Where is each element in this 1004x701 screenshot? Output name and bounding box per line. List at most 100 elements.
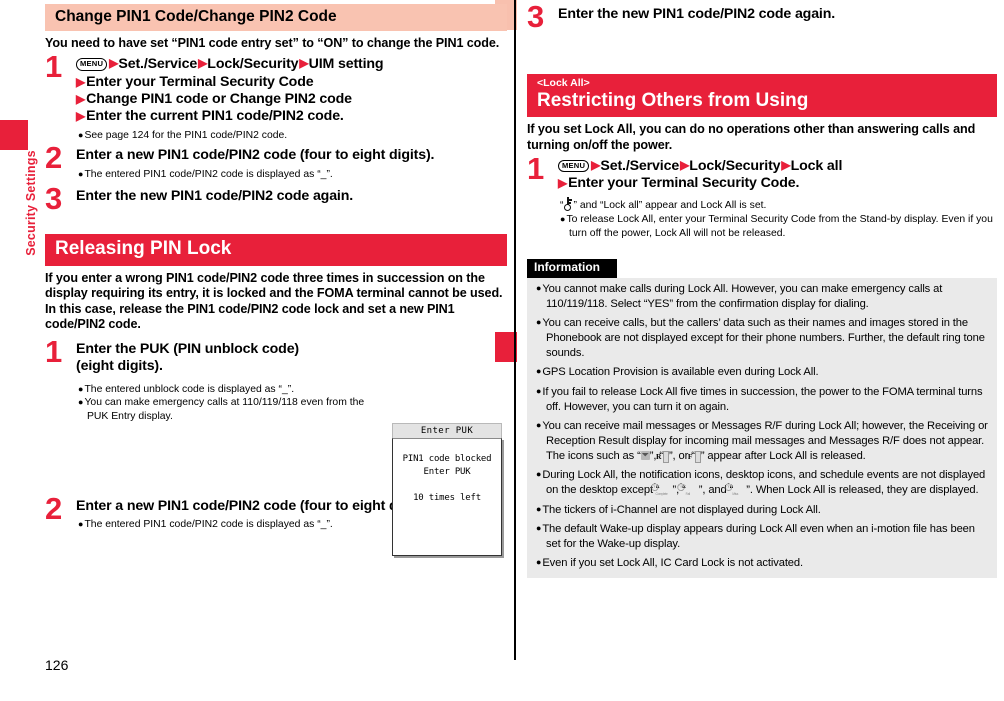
step-line-text: Enter your Terminal Security Code bbox=[86, 73, 314, 90]
step-title: MENU ▶Set./Service▶Lock/Security▶Lock all… bbox=[558, 158, 997, 193]
step-note-group: ●The entered unblock code is displayed a… bbox=[76, 383, 383, 424]
step-note: ●To release Lock All, enter your Termina… bbox=[560, 213, 993, 239]
info-list-item: ●The tickers of i-Channel are not displa… bbox=[536, 503, 821, 516]
step-note-group: ●The entered PIN1 code/PIN2 code is disp… bbox=[76, 168, 507, 182]
menu-key-icon: MENU bbox=[76, 58, 108, 71]
step-number: 1 bbox=[527, 150, 545, 186]
info-list-item: ●Even if you set Lock All, IC Card Lock … bbox=[536, 557, 803, 570]
step-number: 2 bbox=[45, 490, 63, 526]
bullet-icon: ● bbox=[536, 557, 542, 568]
information-box: ●You cannot make calls during Lock All. … bbox=[527, 277, 997, 579]
section-kicker: <Lock All> bbox=[537, 77, 590, 90]
step-line-text: Set./Service bbox=[118, 56, 198, 73]
menu-key-icon: MENU bbox=[558, 159, 590, 173]
fail-bell-icon: ⏱ Fail bbox=[676, 482, 690, 497]
step-title: Enter the new PIN1 code/PIN2 code again. bbox=[558, 6, 836, 22]
arrow-icon: ▶ bbox=[558, 175, 568, 190]
key-lock-icon bbox=[563, 197, 573, 212]
info-list-item: ●If you fail to release Lock All five ti… bbox=[536, 385, 983, 413]
step-title-line: (eight digits). bbox=[76, 358, 163, 375]
bullet-icon: ● bbox=[78, 519, 84, 530]
section-intro-lock-all: If you set Lock All, you can do no opera… bbox=[527, 122, 976, 152]
column-divider bbox=[514, 0, 516, 660]
step-number: 3 bbox=[527, 0, 545, 34]
arrow-icon: ▶ bbox=[591, 157, 600, 172]
step-line-text: Change PIN1 code or Change PIN2 code bbox=[86, 91, 352, 108]
step-number: 2 bbox=[45, 140, 63, 176]
step-note: ●The entered PIN1 code/PIN2 code is disp… bbox=[78, 168, 333, 180]
arrow-icon: ▶ bbox=[76, 74, 86, 89]
phone-screen-spacer bbox=[393, 479, 501, 492]
right-column: 3 Enter the new PIN1 code/PIN2 code agai… bbox=[527, 0, 997, 579]
section-intro-releasing-pin-lock: If you enter a wrong PIN1 code/PIN2 code… bbox=[45, 270, 503, 332]
step-note-group: ●See page 124 for the PIN1 code/PIN2 cod… bbox=[76, 129, 507, 143]
bullet-icon: ● bbox=[536, 522, 542, 533]
step-1-release-pin: 1 Enter the PUK (PIN unblock code) (eigh… bbox=[45, 336, 507, 424]
miss-bell-icon: ⏱ Miss bbox=[724, 482, 739, 497]
step-number: 1 bbox=[45, 334, 63, 370]
step-line-text: Lock/Security bbox=[689, 157, 781, 174]
arrow-icon: ▶ bbox=[680, 157, 689, 172]
section-heading-releasing-pin-lock: Releasing PIN Lock bbox=[45, 233, 507, 266]
arrow-icon: ▶ bbox=[198, 56, 207, 71]
information-section: Information ●You cannot make calls durin… bbox=[527, 258, 997, 579]
step-title: MENU ▶Set./Service▶Lock/Security▶UIM sett… bbox=[76, 56, 507, 125]
step-number: 3 bbox=[45, 181, 63, 217]
step-note: ●See page 124 for the PIN1 code/PIN2 cod… bbox=[78, 129, 288, 141]
complete-bell-icon: ⏱ Complete bbox=[650, 482, 668, 497]
mail-icon bbox=[640, 450, 650, 460]
step-1-change-pin: 1 MENU ▶Set./Service▶Lock/Security▶UIM se… bbox=[45, 51, 507, 143]
step-line-text: Enter your Terminal Security Code. bbox=[568, 174, 800, 191]
info-list-item: ●You can receive calls, but the callers’… bbox=[536, 317, 985, 360]
bullet-icon: ● bbox=[78, 168, 84, 179]
step-note-with-icon: “” and “Lock all” appear and Lock All is… bbox=[560, 197, 997, 213]
phone-screen-line-3: 10 times left bbox=[413, 493, 481, 504]
phone-screen-line-1: PIN1 code blocked bbox=[402, 454, 492, 464]
sidebar-tab-label: Security Settings bbox=[24, 150, 38, 256]
step-note: ●You can make emergency calls at 110/119… bbox=[78, 397, 365, 423]
step-title: Enter the new PIN1 code/PIN2 code again. bbox=[76, 188, 354, 205]
step-3-change-pin: 3 Enter the new PIN1 code/PIN2 code agai… bbox=[45, 183, 507, 214]
step-line-text: Lock all bbox=[790, 157, 843, 174]
step-2-change-pin: 2 Enter a new PIN1 code/PIN2 code (four … bbox=[45, 142, 507, 182]
arrow-icon: ▶ bbox=[76, 92, 86, 107]
bullet-icon: ● bbox=[560, 213, 566, 224]
step-title: Enter the PUK (PIN unblock code) (eight … bbox=[76, 341, 376, 376]
section-heading-change-pin: Change PIN1 Code/Change PIN2 Code bbox=[45, 4, 507, 31]
section-heading-lock-all: <Lock All> Restricting Others from Using bbox=[527, 74, 997, 118]
manual-page: Security Settings Change PIN1 Code/Chang… bbox=[0, 0, 1004, 701]
step-title: Enter a new PIN1 code/PIN2 code (four to… bbox=[76, 147, 435, 164]
section-intro-change-pin: You need to have set “PIN1 code entry se… bbox=[45, 35, 500, 50]
info-list-item-mail-icons: ●You can receive mail messages or Messag… bbox=[536, 420, 988, 463]
info-list-item: ●You cannot make calls during Lock All. … bbox=[536, 282, 943, 310]
arrow-icon: ▶ bbox=[781, 157, 790, 172]
bullet-icon: ● bbox=[536, 282, 542, 293]
step-number: 1 bbox=[45, 49, 63, 85]
bullet-icon: ● bbox=[78, 397, 84, 408]
arrow-icon: ▶ bbox=[299, 56, 308, 71]
phone-screen-body: PIN1 code blocked Enter PUK 10 times lef… bbox=[392, 438, 502, 556]
bullet-icon: ● bbox=[536, 469, 542, 480]
info-list-item: ●GPS Location Provision is available eve… bbox=[536, 366, 819, 379]
step-line-text: Enter the current PIN1 code/PIN2 code. bbox=[86, 108, 344, 125]
step-title-line: Enter the PUK (PIN unblock code) bbox=[76, 341, 300, 358]
page-number: 126 bbox=[45, 657, 69, 673]
step-note: ●The entered unblock code is displayed a… bbox=[78, 383, 295, 395]
bullet-icon: ● bbox=[536, 503, 542, 514]
bullet-icon: ● bbox=[78, 129, 84, 140]
arrow-icon: ▶ bbox=[109, 56, 118, 71]
step-line-text: Set./Service bbox=[600, 157, 680, 174]
step-3-change-pin-cont: 3 Enter the new PIN1 code/PIN2 code agai… bbox=[527, 1, 997, 32]
step-line-text: UIM setting bbox=[308, 56, 384, 73]
bullet-icon: ● bbox=[536, 385, 542, 396]
bullet-icon: ● bbox=[78, 383, 84, 394]
phone-screen-mockup: Enter PUK PIN1 code blocked Enter PUK 10… bbox=[392, 423, 502, 556]
step-note-group: “” and “Lock all” appear and Lock All is… bbox=[558, 197, 997, 240]
section-title: Restricting Others from Using bbox=[537, 90, 809, 112]
step-1-lock-all: 1 MENU ▶Set./Service▶Lock/Security▶Lock a… bbox=[527, 153, 997, 241]
phone-screen-line-2: Enter PUK bbox=[423, 467, 471, 478]
bullet-icon: ● bbox=[536, 317, 542, 328]
info-list-item: ●The default Wake-up display appears dur… bbox=[536, 522, 975, 550]
step-line-text: Lock/Security bbox=[207, 56, 299, 73]
phone-screen-title: Enter PUK bbox=[392, 423, 502, 438]
